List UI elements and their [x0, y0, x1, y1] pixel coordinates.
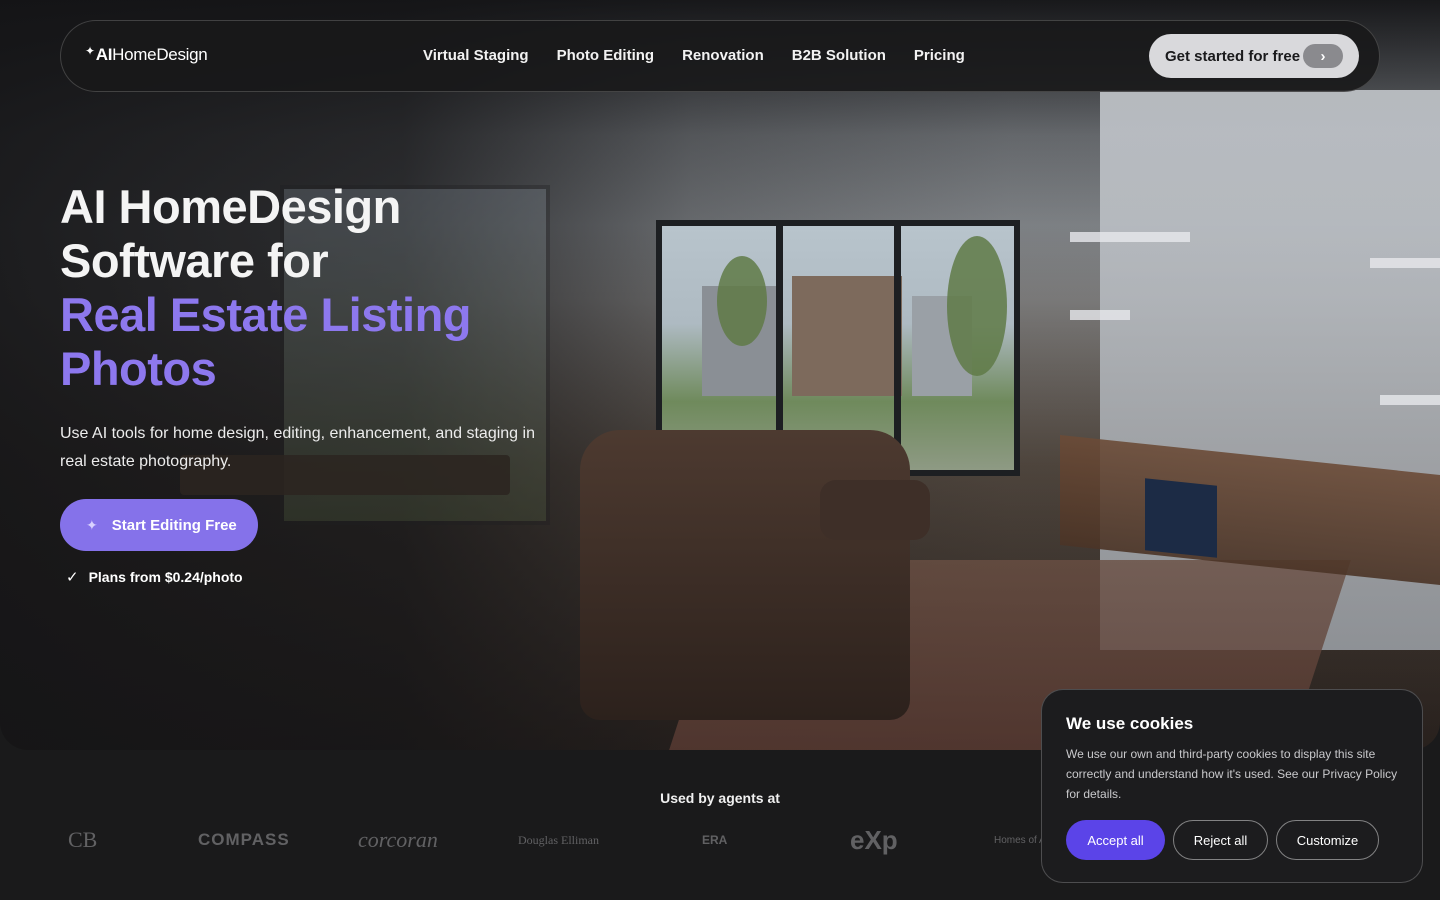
plans-text: Plans from $0.24/photo	[88, 569, 243, 585]
chevron-right-icon: ›	[1303, 44, 1343, 68]
plans-note: ✓ Plans from $0.24/photo	[66, 568, 243, 586]
start-editing-button[interactable]: ✦ Start Editing Free	[60, 499, 258, 551]
brand-logo-exp: eXp	[850, 824, 898, 855]
hero-subtext: Use AI tools for home design, editing, e…	[60, 425, 535, 470]
brand-logo-douglas-elliman: Douglas Elliman	[518, 832, 599, 847]
sparkle-icon: ✦	[86, 516, 98, 533]
customize-button[interactable]: Customize	[1276, 820, 1379, 860]
brand-logo-cb: CB	[68, 827, 98, 852]
headline-line-2: Software for	[60, 234, 329, 287]
headline-line-3: Real Estate Listing	[60, 288, 472, 341]
get-started-button[interactable]: Get started for free ›	[1149, 34, 1359, 78]
brand-logo-compass: COMPASS	[198, 830, 290, 849]
brand-logo-corcoran: corcoran	[358, 827, 438, 852]
start-editing-label: Start Editing Free	[111, 516, 237, 534]
sparkle-icon: ✦	[85, 44, 95, 58]
nav-links: Virtual Staging Photo Editing Renovation…	[423, 47, 965, 64]
nav-link-renovation[interactable]: Renovation	[682, 47, 764, 64]
check-icon: ✓	[66, 569, 79, 586]
get-started-label: Get started for free	[1165, 47, 1301, 65]
cookie-buttons: Accept all Reject all Customize	[1066, 820, 1379, 860]
brand-logo-era: ERA	[702, 833, 728, 847]
cookie-text: We use our own and third-party cookies t…	[1066, 747, 1398, 801]
cookie-banner: We use cookies We use our own and third-…	[1041, 689, 1423, 883]
hero-headline: AI HomeDesign Software for Real Estate L…	[60, 180, 620, 396]
headline-line-4: Photos	[60, 342, 217, 395]
logo-ai: AI	[95, 45, 113, 64]
headline-line-1: AI HomeDesign	[60, 180, 401, 233]
nav-link-b2b-solution[interactable]: B2B Solution	[792, 47, 886, 64]
cookie-title: We use cookies	[1066, 714, 1194, 733]
nav-link-photo-editing[interactable]: Photo Editing	[557, 47, 654, 64]
logo-name: HomeDesign	[112, 45, 208, 64]
nav-link-virtual-staging[interactable]: Virtual Staging	[423, 47, 529, 64]
reject-all-button[interactable]: Reject all	[1173, 820, 1268, 860]
top-navbar: ✦ AI HomeDesign Virtual Staging Photo Ed…	[60, 20, 1380, 92]
accept-all-button[interactable]: Accept all	[1066, 820, 1165, 860]
nav-link-pricing[interactable]: Pricing	[914, 47, 965, 64]
logo[interactable]: ✦ AI HomeDesign	[85, 44, 208, 65]
